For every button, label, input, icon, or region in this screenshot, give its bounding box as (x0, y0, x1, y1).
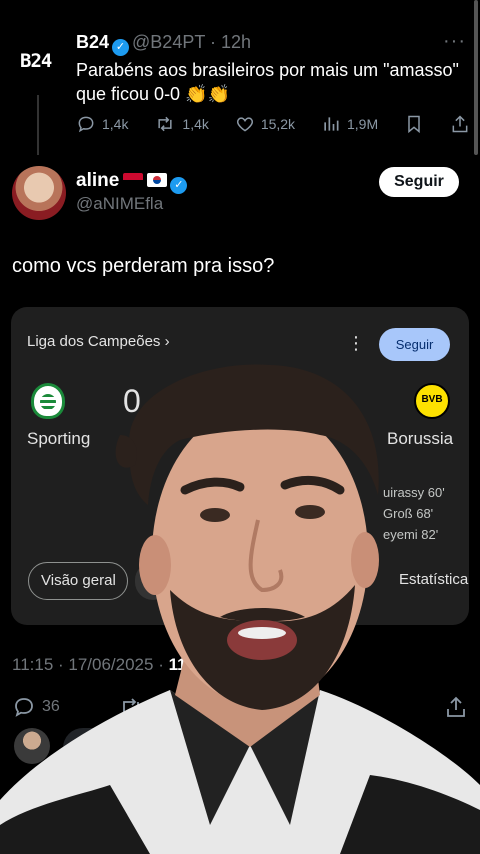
reply-action[interactable]: 1,4k (76, 114, 128, 134)
tweet-text: como vcs perderam pra isso? (12, 255, 275, 277)
verified-badge-icon: ✓ (112, 39, 130, 56)
like-count: 15,2k (260, 116, 296, 132)
repost-count: 1,4k (182, 116, 209, 132)
separator: · (205, 32, 222, 52)
korea-flag-icon (147, 173, 168, 187)
views-icon (324, 117, 339, 131)
author-handle[interactable]: @aNIMEfla (76, 194, 163, 214)
follow-button[interactable]: Seguir (379, 167, 459, 197)
thread-line (37, 95, 39, 155)
views-action[interactable]: 1,9M (321, 114, 378, 134)
author-name[interactable]: aline (76, 170, 119, 191)
share-action[interactable] (450, 114, 470, 134)
more-icon[interactable]: ··· (443, 30, 466, 53)
views-count: 1,9M (347, 116, 379, 132)
share-icon (452, 115, 468, 133)
quoted-tweet-text: Parabéns aos brasileiros por mais um "am… (76, 60, 459, 104)
author-avatar[interactable] (12, 166, 66, 220)
like-action[interactable]: 15,2k (235, 114, 295, 134)
verified-badge-icon: ✓ (170, 177, 188, 194)
repost-icon (158, 116, 172, 132)
bookmark-action[interactable] (404, 114, 424, 134)
reply-count: 1,4k (102, 116, 129, 132)
repost-action[interactable]: 1,4k (154, 114, 209, 134)
reply-icon (78, 116, 94, 133)
person-overlay-image (0, 364, 480, 854)
quoted-tweet-header: B24 ✓ @B24PT · 12h (76, 32, 251, 56)
card-more-icon[interactable]: ⋮ (347, 333, 365, 354)
b24-logo[interactable]: B24 (20, 50, 56, 72)
competition-link[interactable]: Liga dos Campeões › (27, 333, 170, 350)
bookmark-icon (408, 115, 420, 134)
angola-flag-icon (123, 173, 144, 187)
quoted-tweet-actions: 1,4k 1,4k 15,2k 1,9M (76, 114, 470, 134)
like-icon (236, 117, 253, 132)
quoted-author-name[interactable]: B24 (76, 32, 109, 52)
author-line: aline ✓ (76, 170, 190, 194)
quoted-tweet[interactable]: B24 B24 ✓ @B24PT · 12h ··· Parabéns aos br… (0, 0, 480, 155)
quoted-author-handle[interactable]: @B24PT (132, 32, 205, 52)
quoted-time: 12h (221, 32, 252, 52)
